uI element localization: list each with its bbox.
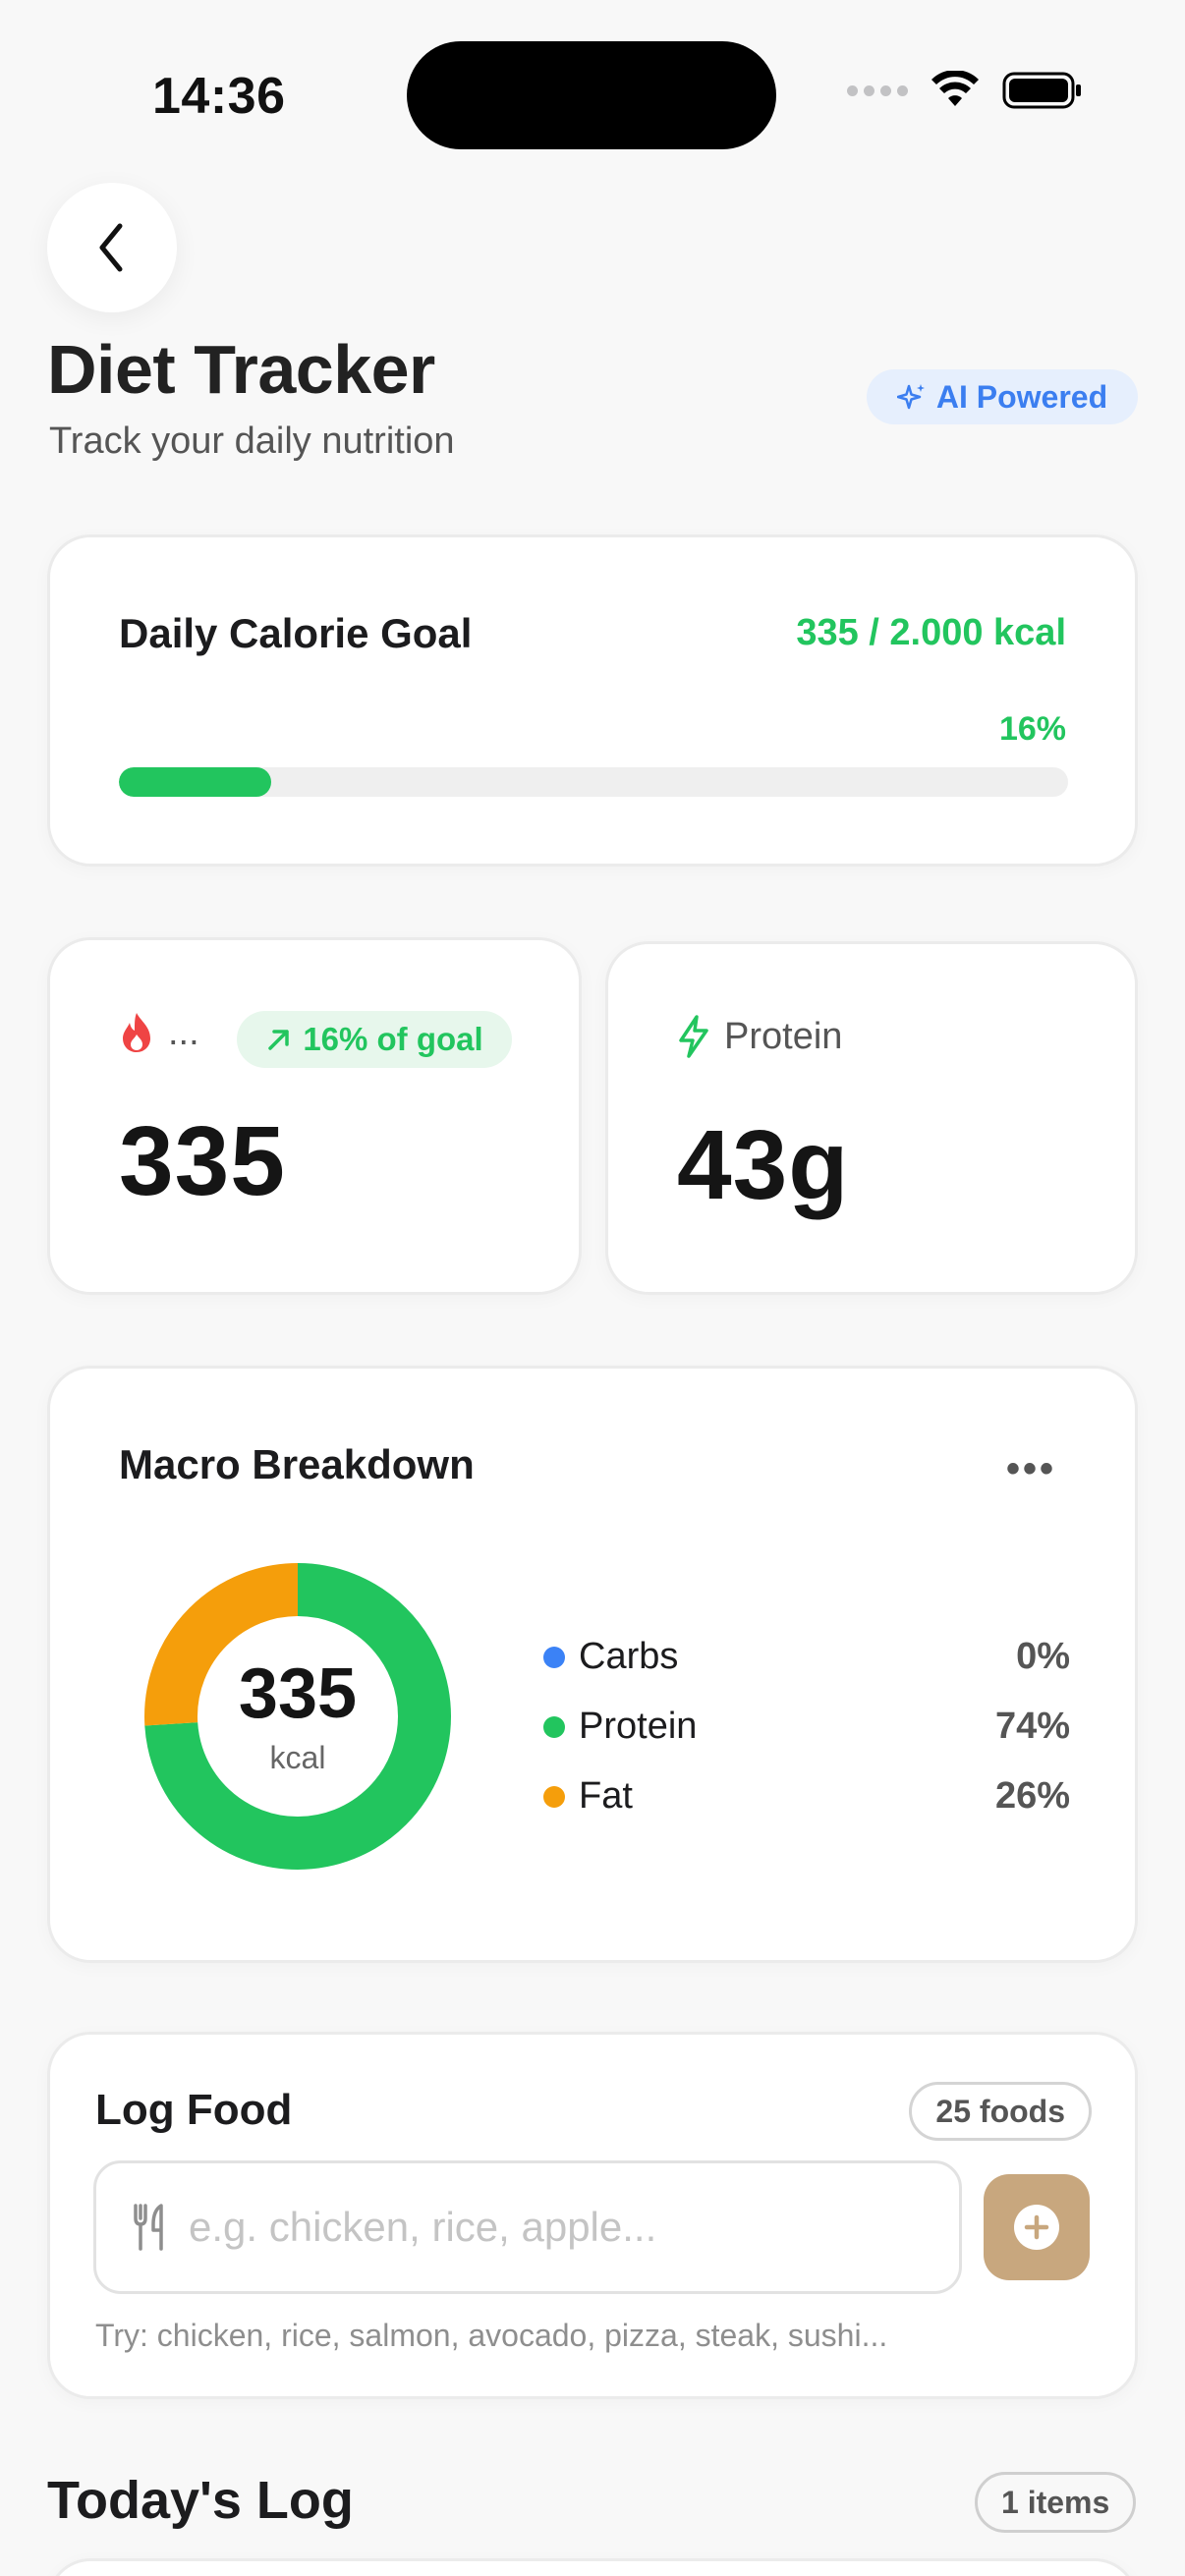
protein-stat-header: Protein bbox=[677, 1015, 842, 1058]
legend-row-protein: Protein 74% bbox=[543, 1692, 1070, 1762]
flame-icon bbox=[123, 1013, 150, 1052]
protein-stat-label: Protein bbox=[724, 1015, 843, 1057]
legend-label: Fat bbox=[579, 1775, 633, 1817]
legend-dot bbox=[543, 1785, 565, 1808]
legend-row-fat: Fat 26% bbox=[543, 1762, 1070, 1831]
goal-chip-label: 16% of goal bbox=[303, 1021, 483, 1057]
add-food-button[interactable] bbox=[984, 2174, 1090, 2280]
signal-dots-icon bbox=[847, 84, 908, 96]
battery-icon bbox=[1002, 72, 1081, 109]
dynamic-island bbox=[407, 41, 776, 149]
legend-label: Carbs bbox=[579, 1636, 679, 1677]
legend-value: 26% bbox=[994, 1775, 1070, 1817]
log-food-card: Log Food 25 foods Try: chicken, rice, sa… bbox=[47, 2032, 1138, 2399]
macro-legend: Carbs 0% Protein 74% Fat 26% bbox=[543, 1622, 1070, 1831]
goal-percent: 16% bbox=[998, 710, 1066, 748]
calories-stat-card[interactable]: ... 16% of goal 335 bbox=[47, 937, 582, 1295]
ai-badge-label: AI Powered bbox=[935, 378, 1108, 415]
back-button[interactable] bbox=[47, 183, 177, 312]
protein-stat-card[interactable]: Protein 43g bbox=[605, 941, 1138, 1295]
more-options-button[interactable]: ••• bbox=[1006, 1447, 1056, 1491]
page-subtitle: Track your daily nutrition bbox=[49, 420, 455, 462]
status-icons bbox=[847, 71, 1083, 110]
plus-circle-icon bbox=[1014, 2205, 1059, 2250]
food-suggestions-hint: Try: chicken, rice, salmon, avocado, piz… bbox=[95, 2318, 888, 2353]
foods-count-chip: 25 foods bbox=[909, 2082, 1092, 2141]
todays-log-title: Today's Log bbox=[47, 2471, 354, 2530]
calories-stat-header: ... bbox=[119, 1011, 199, 1054]
macro-breakdown-card: Macro Breakdown ••• 335 kcal Carbs 0% Prot… bbox=[47, 1366, 1138, 1963]
trend-up-icon bbox=[268, 1030, 290, 1050]
protein-value: 43g bbox=[677, 1110, 850, 1220]
legend-dot bbox=[543, 1646, 565, 1668]
items-count-chip: 1 items bbox=[975, 2472, 1137, 2533]
ai-powered-badge: AI Powered bbox=[867, 369, 1138, 424]
donut-center-unit: kcal bbox=[269, 1740, 326, 1775]
food-search-field[interactable] bbox=[93, 2160, 962, 2294]
legend-dot bbox=[543, 1715, 565, 1738]
log-food-title: Log Food bbox=[95, 2086, 293, 2134]
log-entry-card[interactable] bbox=[47, 2558, 1138, 2576]
legend-value: 74% bbox=[994, 1706, 1070, 1747]
legend-label: Protein bbox=[579, 1706, 698, 1747]
goal-progress-fill bbox=[119, 767, 271, 797]
legend-row-carbs: Carbs 0% bbox=[543, 1622, 1070, 1692]
calories-value: 335 bbox=[119, 1106, 286, 1216]
wifi-icon bbox=[931, 71, 979, 106]
calories-stat-label: ... bbox=[168, 1011, 199, 1053]
donut-center-value: 335 bbox=[238, 1654, 358, 1733]
daily-goal-card: Daily Calorie Goal 335 / 2.000 kcal 16% bbox=[47, 534, 1138, 867]
status-time: 14:36 bbox=[152, 68, 286, 125]
food-search-input[interactable] bbox=[189, 2204, 916, 2251]
goal-progress-bar bbox=[119, 767, 1068, 797]
goal-percent-chip: 16% of goal bbox=[237, 1011, 512, 1068]
goal-label: Daily Calorie Goal bbox=[119, 610, 473, 656]
legend-value: 0% bbox=[1016, 1636, 1070, 1677]
goal-value: 335 / 2.000 kcal bbox=[796, 612, 1066, 653]
sparkle-icon bbox=[896, 384, 925, 410]
utensils-icon bbox=[134, 2204, 163, 2251]
chevron-left-icon bbox=[99, 223, 123, 272]
page-title: Diet Tracker bbox=[47, 331, 435, 408]
bolt-icon bbox=[679, 1015, 708, 1058]
macro-title: Macro Breakdown bbox=[119, 1441, 475, 1487]
